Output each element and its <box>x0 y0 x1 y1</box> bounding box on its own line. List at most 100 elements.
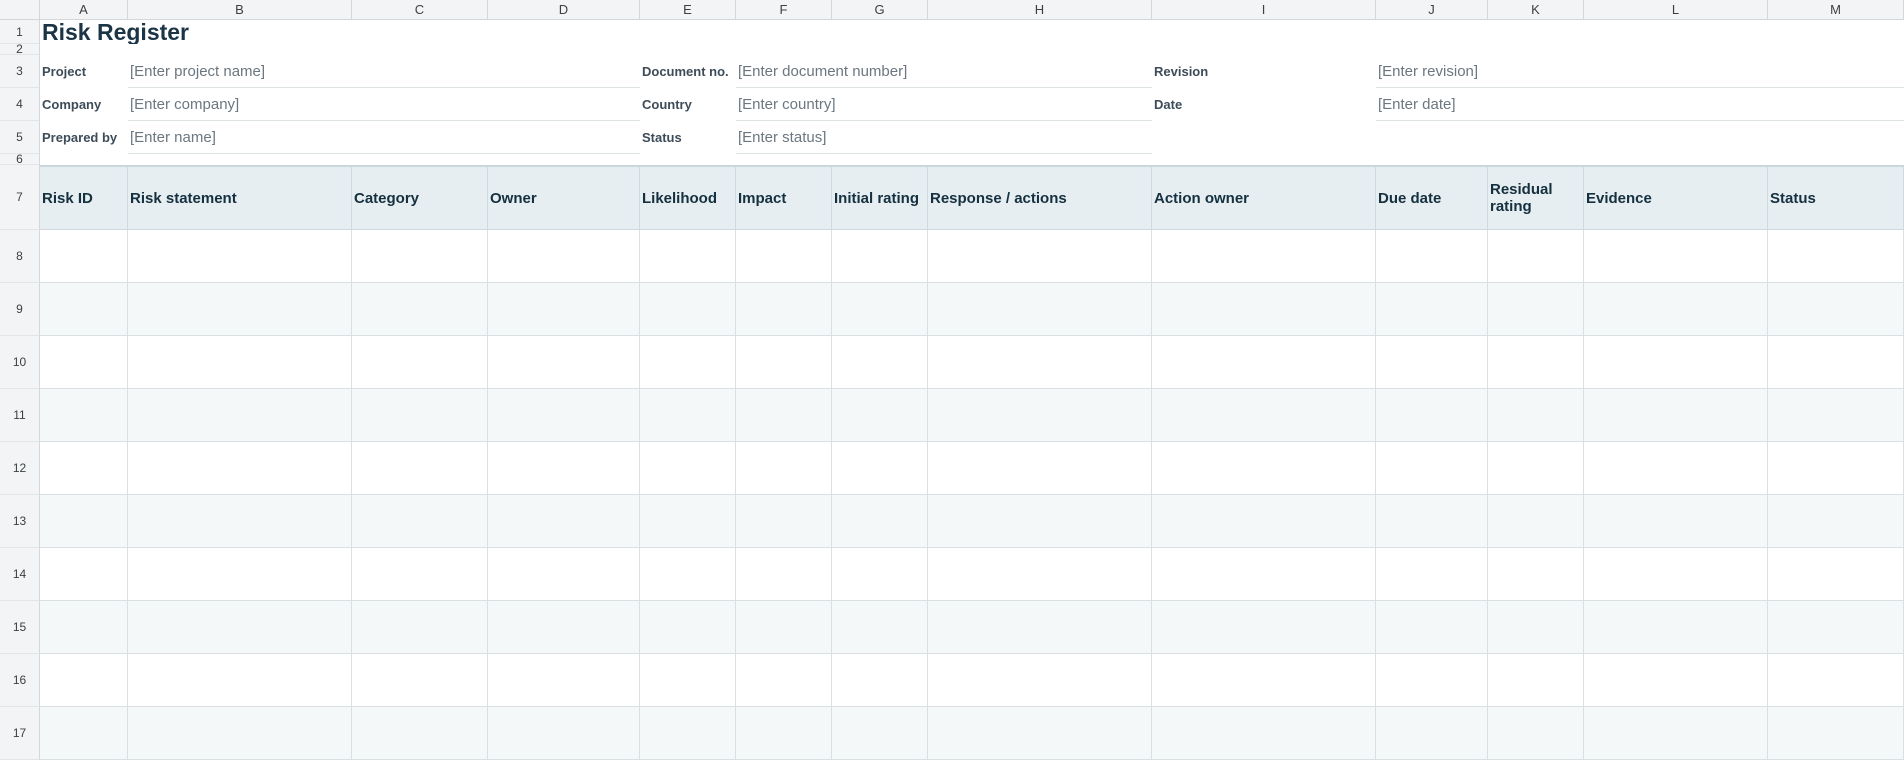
header-initial-rating[interactable]: Initial rating <box>832 165 928 230</box>
table-cell[interactable] <box>1768 389 1904 442</box>
table-cell[interactable] <box>1376 654 1488 707</box>
table-cell[interactable] <box>736 442 832 495</box>
table-cell[interactable] <box>832 283 928 336</box>
table-cell[interactable] <box>40 707 128 760</box>
row-header[interactable]: 3 <box>0 55 40 88</box>
table-cell[interactable] <box>832 654 928 707</box>
table-cell[interactable] <box>40 495 128 548</box>
table-cell[interactable] <box>488 283 640 336</box>
table-cell[interactable] <box>488 601 640 654</box>
table-cell[interactable] <box>488 495 640 548</box>
row-header[interactable]: 2 <box>0 44 40 55</box>
row-header[interactable]: 16 <box>0 654 40 707</box>
spacer-row[interactable] <box>40 44 1904 55</box>
table-cell[interactable] <box>736 548 832 601</box>
table-cell[interactable] <box>488 230 640 283</box>
company-input[interactable]: [Enter company] <box>128 88 640 121</box>
header-risk-id[interactable]: Risk ID <box>40 165 128 230</box>
table-cell[interactable] <box>1488 654 1584 707</box>
column-header-c[interactable]: C <box>352 0 488 20</box>
table-cell[interactable] <box>736 336 832 389</box>
table-cell[interactable] <box>1768 336 1904 389</box>
table-cell[interactable] <box>128 283 352 336</box>
table-cell[interactable] <box>928 389 1152 442</box>
table-cell[interactable] <box>1152 601 1376 654</box>
column-header-b[interactable]: B <box>128 0 352 20</box>
table-cell[interactable] <box>1584 389 1768 442</box>
table-cell[interactable] <box>1768 230 1904 283</box>
table-cell[interactable] <box>40 442 128 495</box>
table-cell[interactable] <box>1584 336 1768 389</box>
column-header-d[interactable]: D <box>488 0 640 20</box>
table-cell[interactable] <box>1376 495 1488 548</box>
table-cell[interactable] <box>40 654 128 707</box>
table-cell[interactable] <box>1768 707 1904 760</box>
table-cell[interactable] <box>640 230 736 283</box>
select-all-corner[interactable] <box>0 0 40 20</box>
row-header[interactable]: 1 <box>0 20 40 44</box>
table-cell[interactable] <box>1376 283 1488 336</box>
table-cell[interactable] <box>1488 230 1584 283</box>
country-input[interactable]: [Enter country] <box>736 88 1152 121</box>
header-action-owner[interactable]: Action owner <box>1152 165 1376 230</box>
row-header[interactable]: 9 <box>0 283 40 336</box>
table-cell[interactable] <box>352 707 488 760</box>
project-input[interactable]: [Enter project name] <box>128 55 640 88</box>
table-cell[interactable] <box>1488 495 1584 548</box>
table-cell[interactable] <box>1768 283 1904 336</box>
row-header[interactable]: 6 <box>0 154 40 165</box>
table-cell[interactable] <box>352 230 488 283</box>
table-cell[interactable] <box>832 601 928 654</box>
empty-cell[interactable] <box>1152 121 1904 154</box>
revision-input[interactable]: [Enter revision] <box>1376 55 1904 88</box>
prepared-by-input[interactable]: [Enter name] <box>128 121 640 154</box>
column-header-j[interactable]: J <box>1376 0 1488 20</box>
table-cell[interactable] <box>352 389 488 442</box>
table-cell[interactable] <box>1152 495 1376 548</box>
table-cell[interactable] <box>928 283 1152 336</box>
table-cell[interactable] <box>128 336 352 389</box>
table-cell[interactable] <box>928 601 1152 654</box>
table-cell[interactable] <box>1152 654 1376 707</box>
table-cell[interactable] <box>488 707 640 760</box>
table-cell[interactable] <box>736 495 832 548</box>
table-cell[interactable] <box>1488 707 1584 760</box>
row-header[interactable]: 15 <box>0 601 40 654</box>
table-cell[interactable] <box>40 601 128 654</box>
row-header[interactable]: 10 <box>0 336 40 389</box>
table-cell[interactable] <box>1152 707 1376 760</box>
header-likelihood[interactable]: Likelihood <box>640 165 736 230</box>
header-residual-rating[interactable]: Residual rating <box>1488 165 1584 230</box>
row-header[interactable]: 7 <box>0 165 40 230</box>
table-cell[interactable] <box>488 336 640 389</box>
table-cell[interactable] <box>1584 654 1768 707</box>
table-cell[interactable] <box>640 707 736 760</box>
table-cell[interactable] <box>832 495 928 548</box>
table-cell[interactable] <box>1152 389 1376 442</box>
table-cell[interactable] <box>40 230 128 283</box>
table-cell[interactable] <box>1584 495 1768 548</box>
row-header[interactable]: 11 <box>0 389 40 442</box>
document-input[interactable]: [Enter document number] <box>736 55 1152 88</box>
header-due-date[interactable]: Due date <box>1376 165 1488 230</box>
table-cell[interactable] <box>128 601 352 654</box>
column-header-l[interactable]: L <box>1584 0 1768 20</box>
column-header-g[interactable]: G <box>832 0 928 20</box>
table-cell[interactable] <box>1584 707 1768 760</box>
table-cell[interactable] <box>488 654 640 707</box>
table-cell[interactable] <box>1488 601 1584 654</box>
table-cell[interactable] <box>352 336 488 389</box>
table-cell[interactable] <box>488 389 640 442</box>
table-cell[interactable] <box>1768 442 1904 495</box>
table-cell[interactable] <box>352 548 488 601</box>
table-cell[interactable] <box>1152 283 1376 336</box>
row-header[interactable]: 8 <box>0 230 40 283</box>
table-cell[interactable] <box>640 495 736 548</box>
row-header[interactable]: 17 <box>0 707 40 760</box>
table-cell[interactable] <box>128 389 352 442</box>
table-cell[interactable] <box>1768 495 1904 548</box>
table-cell[interactable] <box>1376 336 1488 389</box>
table-cell[interactable] <box>640 548 736 601</box>
header-status[interactable]: Status <box>1768 165 1904 230</box>
column-header-i[interactable]: I <box>1152 0 1376 20</box>
